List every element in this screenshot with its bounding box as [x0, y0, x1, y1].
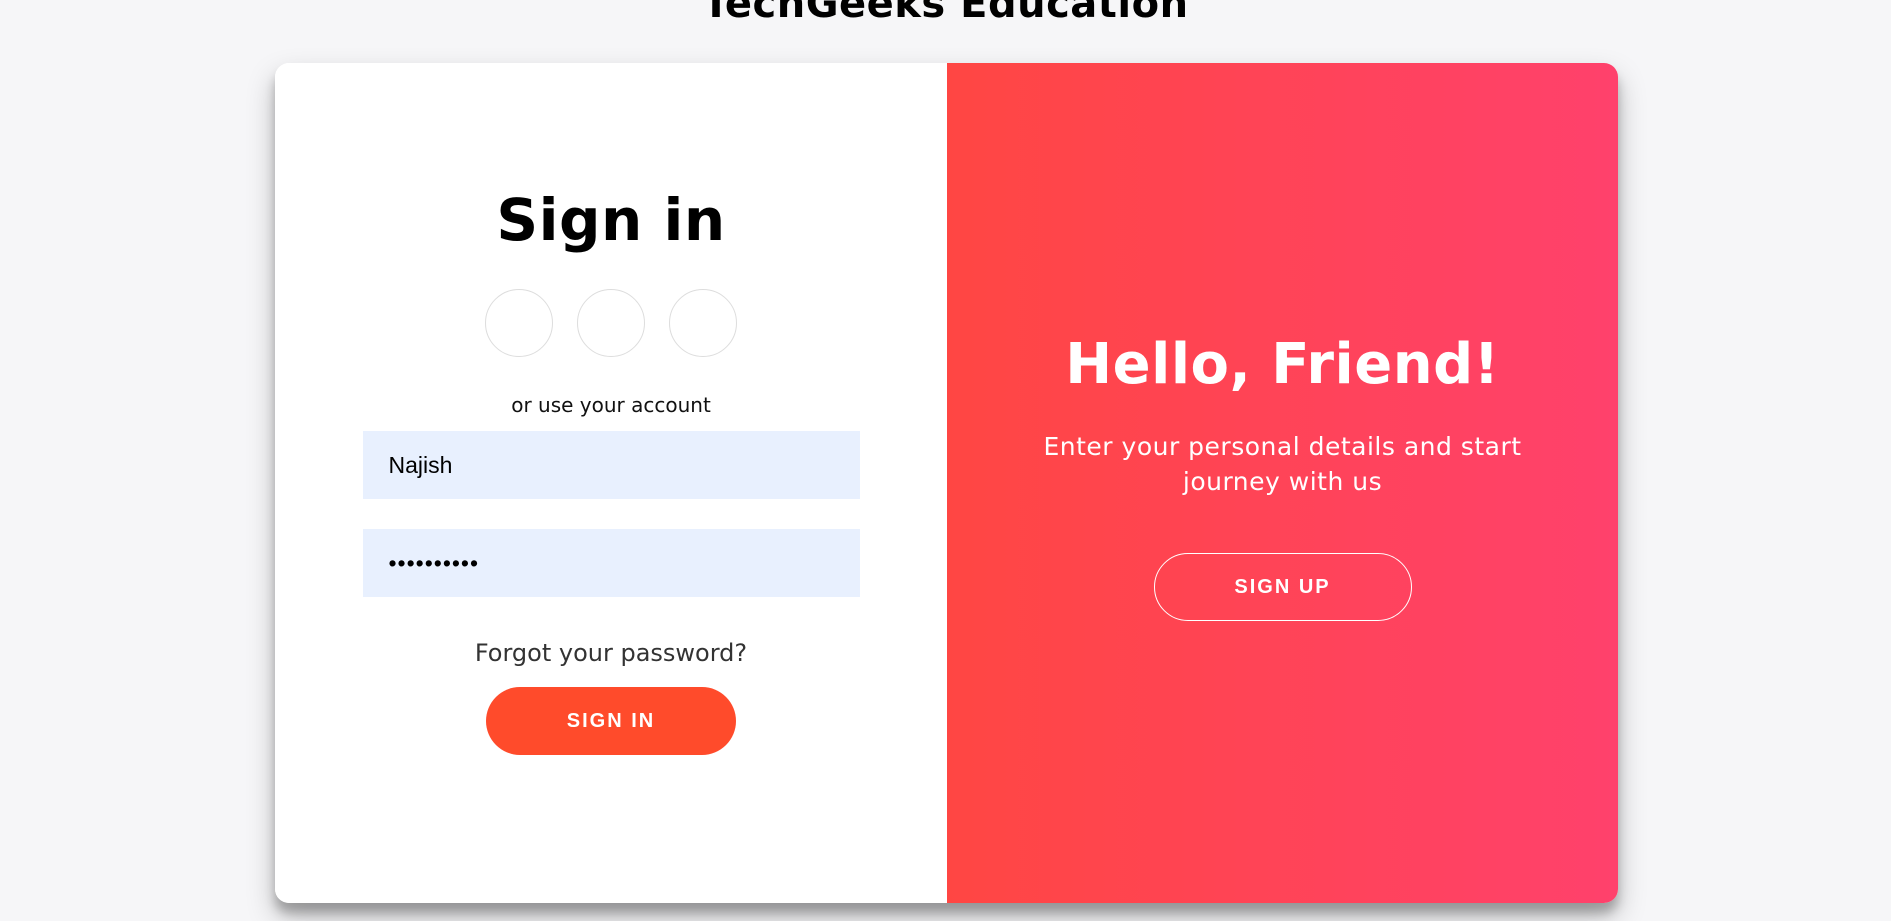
signin-panel: Sign in or use your account Forgot your …	[275, 63, 947, 903]
overlay-title: Hello, Friend!	[1065, 332, 1500, 397]
signup-overlay-panel: Hello, Friend! Enter your personal detai…	[947, 63, 1618, 903]
overlay-text: Enter your personal details and start jo…	[1043, 432, 1522, 496]
alt-login-text: or use your account	[511, 393, 711, 417]
social-buttons	[485, 289, 737, 357]
forgot-password-link[interactable]: Forgot your password?	[475, 639, 747, 667]
page-title: TechGeeks Education	[702, 0, 1189, 27]
linkedin-icon[interactable]	[669, 289, 737, 357]
username-input[interactable]	[362, 431, 860, 499]
signup-button[interactable]: SIGN UP	[1153, 553, 1412, 621]
signin-title: Sign in	[496, 186, 726, 254]
google-icon[interactable]	[577, 289, 645, 357]
facebook-icon[interactable]	[485, 289, 553, 357]
signin-button[interactable]: SIGN IN	[486, 687, 736, 755]
page: TechGeeks Education Sign in or use your …	[0, 0, 1891, 921]
password-input[interactable]	[362, 529, 860, 597]
auth-card: Sign in or use your account Forgot your …	[275, 63, 1618, 903]
